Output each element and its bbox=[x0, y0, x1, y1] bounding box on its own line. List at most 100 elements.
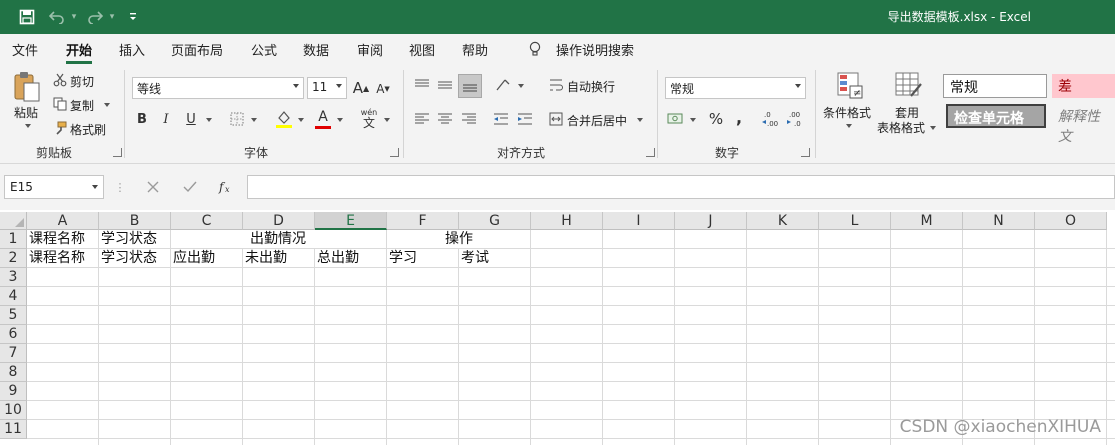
redo-icon[interactable] bbox=[84, 6, 106, 28]
align-center-icon[interactable] bbox=[436, 110, 454, 128]
row-header-10[interactable]: 10 bbox=[0, 401, 27, 420]
column-header-l[interactable]: L bbox=[819, 212, 891, 230]
increase-decimal-icon[interactable]: .0.00 bbox=[760, 109, 782, 129]
undo-dropdown-icon[interactable]: ▾ bbox=[68, 6, 80, 28]
cell-b1[interactable]: 学习状态 bbox=[99, 230, 157, 249]
paste-dropdown-icon[interactable] bbox=[25, 124, 31, 128]
column-header-c[interactable]: C bbox=[171, 212, 243, 230]
style-explanatory[interactable]: 解释性文 bbox=[1052, 104, 1115, 145]
font-name-dropdown[interactable]: 等线 bbox=[132, 77, 304, 99]
cell-c2[interactable]: 应出勤 bbox=[171, 249, 215, 268]
merge-center-icon[interactable] bbox=[548, 111, 564, 127]
row-header-9[interactable]: 9 bbox=[0, 382, 27, 401]
underline-dropdown-icon[interactable] bbox=[206, 118, 212, 122]
copy-icon[interactable] bbox=[52, 96, 68, 112]
undo-icon[interactable] bbox=[46, 6, 68, 28]
align-middle-icon[interactable] bbox=[436, 76, 454, 94]
column-header-i[interactable]: I bbox=[603, 212, 675, 230]
bold-button[interactable]: B bbox=[134, 110, 150, 128]
format-as-table-dropdown-icon[interactable] bbox=[930, 126, 936, 130]
tab-help[interactable]: 帮助 bbox=[462, 40, 488, 59]
number-launcher-icon[interactable] bbox=[801, 148, 810, 157]
align-left-icon[interactable] bbox=[413, 110, 431, 128]
enter-icon[interactable] bbox=[181, 178, 199, 196]
tab-formulas[interactable]: 公式 bbox=[251, 40, 277, 59]
borders-icon[interactable] bbox=[229, 110, 245, 128]
alignment-launcher-icon[interactable] bbox=[646, 148, 655, 157]
tab-review[interactable]: 审阅 bbox=[357, 40, 383, 59]
column-header-h[interactable]: H bbox=[531, 212, 603, 230]
merge-center-button[interactable]: 合并后居中 bbox=[567, 112, 627, 129]
cell-f1[interactable]: 操作 bbox=[443, 230, 473, 249]
copy-dropdown-icon[interactable] bbox=[104, 103, 110, 107]
cell-f2[interactable]: 学习 bbox=[387, 249, 417, 268]
insert-function-icon[interactable]: fx bbox=[217, 178, 237, 196]
column-header-d[interactable]: D bbox=[243, 212, 315, 230]
increase-indent-icon[interactable] bbox=[516, 110, 534, 128]
paste-button[interactable]: 粘贴 bbox=[14, 104, 38, 121]
row-header-1[interactable]: 1 bbox=[0, 230, 27, 249]
column-header-j[interactable]: J bbox=[675, 212, 747, 230]
merge-dropdown-icon[interactable] bbox=[637, 118, 643, 122]
comma-button[interactable]: , bbox=[732, 107, 746, 127]
paste-icon[interactable] bbox=[10, 70, 44, 104]
scissors-icon[interactable] bbox=[52, 72, 68, 88]
column-header-a[interactable]: A bbox=[27, 212, 99, 230]
font-color-icon[interactable]: A bbox=[314, 108, 332, 130]
format-as-table-label-2[interactable]: 表格格式 bbox=[877, 119, 925, 136]
style-check-cell[interactable]: 检查单元格 bbox=[946, 104, 1046, 128]
column-header-o[interactable]: O bbox=[1035, 212, 1107, 230]
tab-view[interactable]: 视图 bbox=[409, 40, 435, 59]
fill-color-dropdown-icon[interactable] bbox=[298, 118, 304, 122]
wrap-text-button[interactable]: 自动换行 bbox=[567, 78, 615, 95]
column-header-m[interactable]: M bbox=[891, 212, 963, 230]
customize-toolbar-icon[interactable] bbox=[124, 6, 142, 28]
copy-button[interactable]: 复制 bbox=[70, 97, 94, 114]
wrap-text-icon[interactable] bbox=[548, 77, 564, 93]
save-icon[interactable] bbox=[14, 6, 40, 28]
align-right-icon[interactable] bbox=[460, 110, 478, 128]
number-format-dropdown[interactable]: 常规 bbox=[665, 77, 806, 99]
clipboard-launcher-icon[interactable] bbox=[113, 148, 122, 157]
row-header-4[interactable]: 4 bbox=[0, 287, 27, 306]
worksheet-grid[interactable]: A B C D E F G H I J K L M N O 1 2 3 4 5 6 7 8 9 10 11 课程名称 学习状态 出勤情况… bbox=[0, 212, 1115, 445]
borders-dropdown-icon[interactable] bbox=[251, 118, 257, 122]
cell-a2[interactable]: 课程名称 bbox=[27, 249, 85, 268]
align-top-icon[interactable] bbox=[413, 76, 431, 94]
cell-a1[interactable]: 课程名称 bbox=[27, 230, 85, 249]
column-header-k[interactable]: K bbox=[747, 212, 819, 230]
italic-button[interactable]: I bbox=[158, 110, 174, 128]
cell-b2[interactable]: 学习状态 bbox=[99, 249, 157, 268]
row-header-3[interactable]: 3 bbox=[0, 268, 27, 287]
cut-button[interactable]: 剪切 bbox=[70, 73, 94, 90]
conditional-dropdown-icon[interactable] bbox=[846, 124, 852, 128]
redo-dropdown-icon[interactable]: ▾ bbox=[106, 6, 118, 28]
fill-color-icon[interactable] bbox=[274, 108, 294, 130]
orientation-dropdown-icon[interactable] bbox=[518, 84, 524, 88]
decrease-decimal-icon[interactable]: .00.0 bbox=[785, 109, 807, 129]
increase-font-icon[interactable]: A ▲ bbox=[352, 78, 370, 98]
percent-button[interactable]: % bbox=[707, 109, 725, 129]
format-painter-icon[interactable] bbox=[52, 120, 68, 136]
decrease-font-icon[interactable]: A ▼ bbox=[375, 80, 391, 98]
tab-file[interactable]: 文件 bbox=[12, 40, 38, 59]
name-box[interactable]: E15 bbox=[4, 175, 104, 199]
column-header-f[interactable]: F bbox=[387, 212, 459, 230]
phonetic-guide-icon[interactable]: wén 文 bbox=[358, 106, 380, 130]
accounting-dropdown-icon[interactable] bbox=[690, 118, 696, 122]
underline-button[interactable]: U bbox=[183, 110, 199, 128]
cell-g2[interactable]: 考试 bbox=[459, 249, 489, 268]
orientation-icon[interactable] bbox=[494, 76, 514, 94]
font-launcher-icon[interactable] bbox=[390, 148, 399, 157]
accounting-format-icon[interactable] bbox=[666, 110, 686, 128]
vertical-dots-icon[interactable]: ⋮ bbox=[115, 178, 126, 196]
row-header-6[interactable]: 6 bbox=[0, 325, 27, 344]
row-header-7[interactable]: 7 bbox=[0, 344, 27, 363]
font-color-dropdown-icon[interactable] bbox=[337, 118, 343, 122]
tab-insert[interactable]: 插入 bbox=[119, 40, 145, 59]
tab-data[interactable]: 数据 bbox=[303, 40, 329, 59]
column-header-b[interactable]: B bbox=[99, 212, 171, 230]
column-header-n[interactable]: N bbox=[963, 212, 1035, 230]
formula-input[interactable] bbox=[247, 175, 1115, 199]
row-header-11[interactable]: 11 bbox=[0, 420, 27, 439]
